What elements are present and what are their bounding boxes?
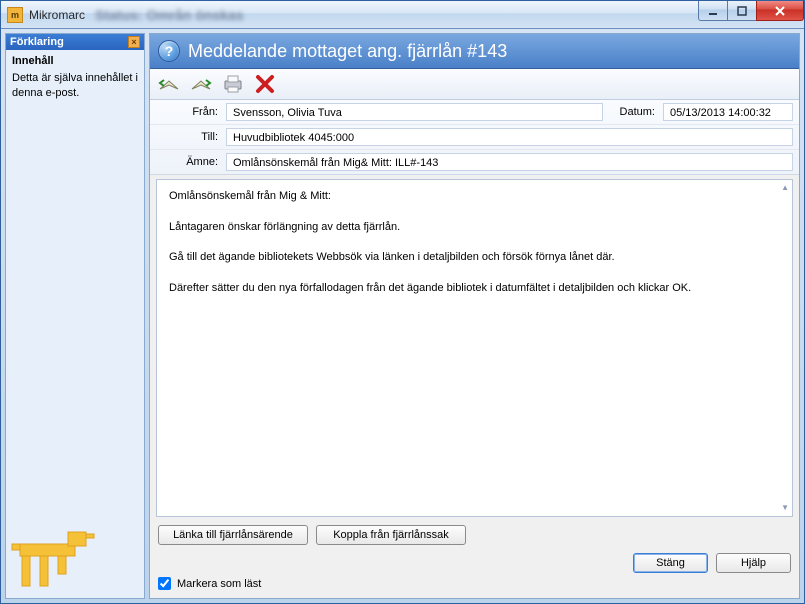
- app-title: Mikromarc: [29, 8, 85, 22]
- subject-row: Ämne: Omlånsönskemål från Mig& Mitt: ILL…: [150, 150, 799, 174]
- mark-read-row: Markera som läst: [150, 577, 799, 598]
- unlink-case-button[interactable]: Koppla från fjärrlånssak: [316, 525, 466, 545]
- sidebar-heading: Innehåll: [12, 54, 138, 69]
- message-line-4: Därefter sätter du den nya förfallodagen…: [169, 280, 780, 297]
- dialog-button-row: Stäng Hjälp: [150, 549, 799, 577]
- close-button[interactable]: Stäng: [633, 553, 708, 573]
- message-header-grid: Från: Svensson, Olivia Tuva Datum: 05/13…: [150, 100, 799, 175]
- delete-icon: [255, 74, 275, 94]
- message-line-2: Låntagaren önskar förlängning av detta f…: [169, 219, 780, 236]
- to-label: Till:: [156, 131, 226, 143]
- animal-logo-icon: [10, 524, 100, 594]
- dialog-header: ? Meddelande mottaget ang. fjärrlån #143: [150, 34, 799, 69]
- sidebar-header: Förklaring ×: [6, 34, 144, 50]
- dialog-title: Meddelande mottaget ang. fjärrlån #143: [188, 41, 507, 62]
- help-button[interactable]: Hjälp: [716, 553, 791, 573]
- app-window: m Mikromarc Status: Områn önskas Förklar…: [0, 0, 805, 604]
- mark-read-label: Markera som läst: [177, 578, 261, 590]
- sidebar-text: Detta är själva innehållet i denna e-pos…: [12, 71, 138, 101]
- reply-icon: [158, 75, 180, 93]
- main-panel: ? Meddelande mottaget ang. fjärrlån #143: [149, 33, 800, 599]
- maximize-button[interactable]: [727, 1, 757, 21]
- message-body[interactable]: ▲ Omlånsönskemål från Mig & Mitt: Låntag…: [156, 179, 793, 517]
- titlebar: m Mikromarc Status: Områn önskas: [1, 1, 804, 29]
- sidebar-logo: [6, 518, 144, 598]
- date-label: Datum:: [603, 106, 663, 118]
- print-button[interactable]: [220, 72, 246, 96]
- window-close-button[interactable]: [756, 1, 804, 21]
- from-row: Från: Svensson, Olivia Tuva Datum: 05/13…: [150, 100, 799, 125]
- sidebar: Förklaring × Innehåll Detta är själva in…: [5, 33, 145, 599]
- message-line-3: Gå till det ägande bibliotekets Webbsök …: [169, 249, 780, 266]
- forward-button[interactable]: [188, 72, 214, 96]
- date-field[interactable]: 05/13/2013 14:00:32: [663, 103, 793, 121]
- background-window-title: Status: Områn önskas: [95, 7, 244, 23]
- subject-label: Ämne:: [156, 156, 226, 168]
- mark-read-checkbox[interactable]: [158, 577, 171, 590]
- minimize-button[interactable]: [698, 1, 728, 21]
- app-icon: m: [7, 7, 23, 23]
- delete-button[interactable]: [252, 72, 278, 96]
- scroll-down-icon[interactable]: ▼: [781, 502, 789, 514]
- sidebar-close-icon[interactable]: ×: [128, 36, 140, 48]
- message-line-1: Omlånsönskemål från Mig & Mitt:: [169, 188, 780, 205]
- reply-button[interactable]: [156, 72, 182, 96]
- question-icon: ?: [158, 40, 180, 62]
- from-label: Från:: [156, 106, 226, 118]
- scroll-up-icon[interactable]: ▲: [781, 182, 789, 194]
- forward-icon: [190, 75, 212, 93]
- subject-field[interactable]: Omlånsönskemål från Mig& Mitt: ILL#-143: [226, 153, 793, 171]
- link-button-row: Länka till fjärrlånsärende Koppla från f…: [150, 521, 799, 549]
- window-controls: [699, 1, 804, 21]
- print-icon: [222, 74, 244, 94]
- to-row: Till: Huvudbibliotek 4045:000: [150, 125, 799, 150]
- body-area: Förklaring × Innehåll Detta är själva in…: [1, 29, 804, 603]
- toolbar: [150, 69, 799, 100]
- to-field[interactable]: Huvudbibliotek 4045:000: [226, 128, 793, 146]
- from-field[interactable]: Svensson, Olivia Tuva: [226, 103, 603, 121]
- sidebar-header-label: Förklaring: [10, 36, 64, 48]
- link-case-button[interactable]: Länka till fjärrlånsärende: [158, 525, 308, 545]
- sidebar-content: Innehåll Detta är själva innehållet i de…: [6, 50, 144, 518]
